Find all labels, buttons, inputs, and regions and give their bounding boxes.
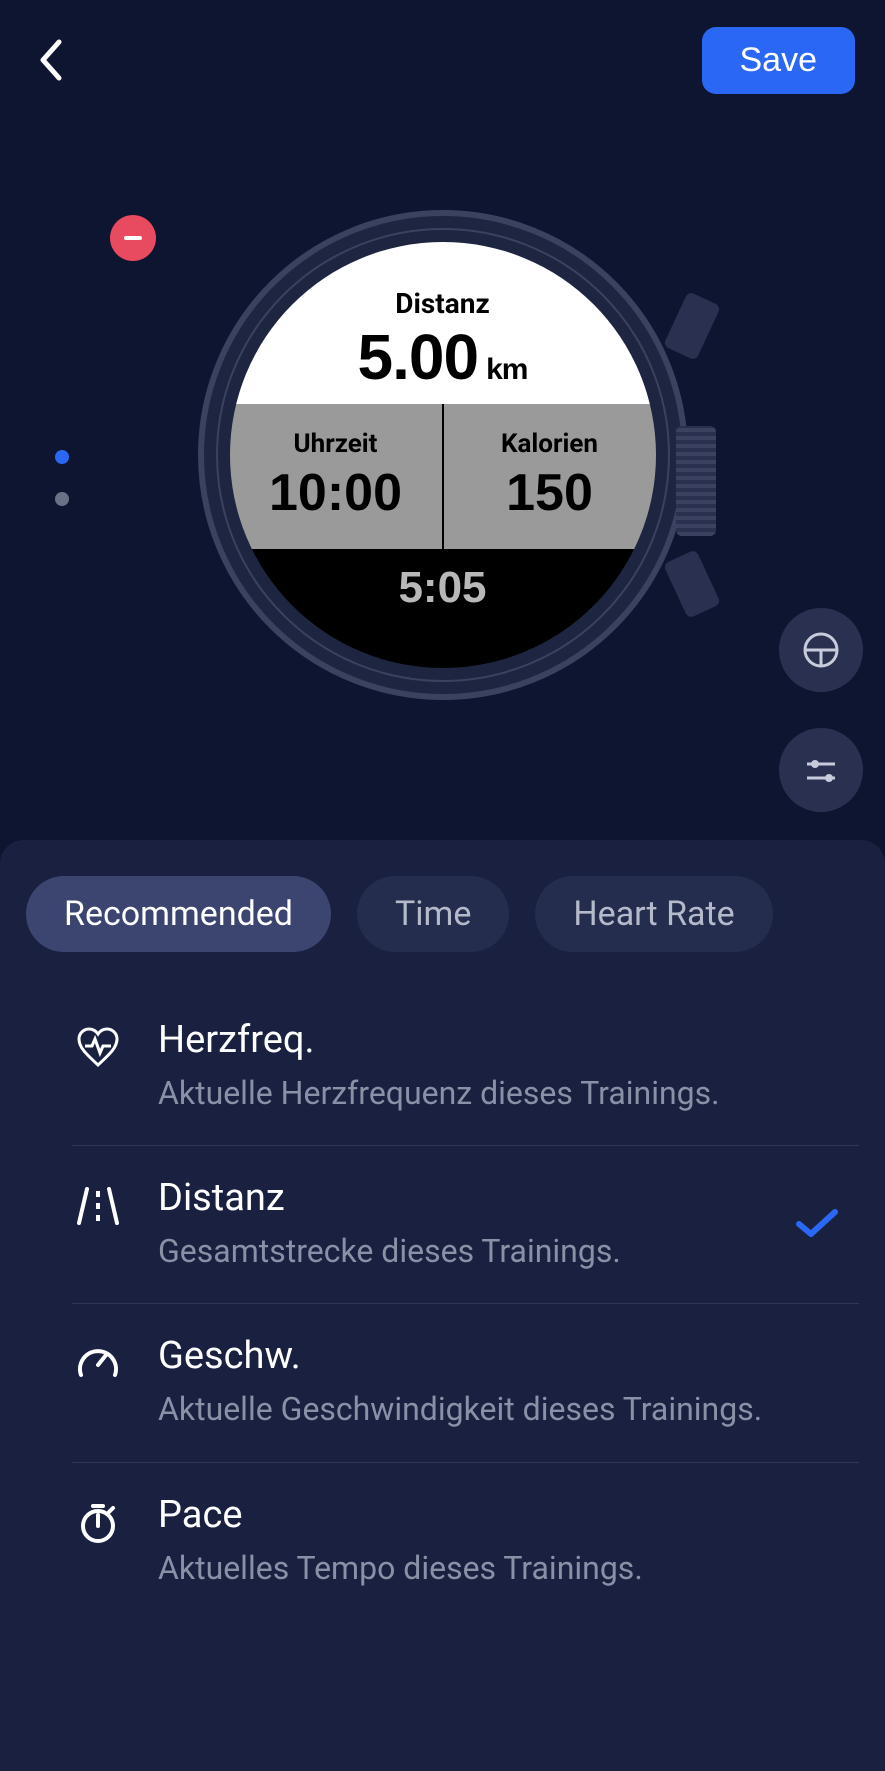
page-dots: [55, 450, 69, 506]
watch-button-top: [663, 291, 721, 361]
watch-field-top[interactable]: Distanz 5.00 km: [230, 242, 656, 404]
item-desc: Aktuelle Geschwindigkeit dieses Training…: [158, 1388, 779, 1431]
layout-icon: [801, 630, 841, 670]
heart-rate-icon: [72, 1022, 124, 1074]
check-icon: [795, 1206, 839, 1244]
item-desc: Aktuelle Herzfrequenz dieses Trainings.: [158, 1072, 779, 1115]
tab-time[interactable]: Time: [357, 876, 509, 952]
watch-midright-label: Kalorien: [501, 429, 598, 459]
item-title: Herzfreq.: [158, 1018, 779, 1062]
tabs: Recommended Time Heart Rate: [26, 876, 859, 952]
item-title: Pace: [158, 1493, 779, 1537]
watch-top-unit: km: [486, 353, 527, 387]
watch-bottom-value: 5:05: [398, 563, 486, 613]
chevron-left-icon: [37, 38, 63, 82]
item-desc: Aktuelles Tempo dieses Trainings.: [158, 1547, 779, 1590]
settings-button[interactable]: [779, 728, 863, 812]
page-dot-1[interactable]: [55, 450, 69, 464]
watch-midright-value: 150: [506, 463, 593, 523]
item-title: Geschw.: [158, 1334, 779, 1378]
tab-recommended[interactable]: Recommended: [26, 876, 331, 952]
watch-crown: [676, 426, 716, 536]
item-desc: Gesamtstrecke dieses Trainings.: [158, 1230, 779, 1273]
page-dot-2[interactable]: [55, 492, 69, 506]
item-title: Distanz: [158, 1176, 779, 1220]
watch-field-mid-left[interactable]: Uhrzeit 10:00: [230, 404, 442, 549]
list-item-speed[interactable]: Geschw. Aktuelle Geschwindigkeit dieses …: [72, 1304, 859, 1462]
watch-top-label: Distanz: [395, 287, 489, 320]
back-button[interactable]: [30, 40, 70, 80]
watch-preview: Distanz 5.00 km Uhrzeit 10:00 Kalorien 1…: [198, 210, 688, 700]
watch-top-value: 5.00: [358, 320, 479, 394]
layout-button[interactable]: [779, 608, 863, 692]
watch-field-mid-right[interactable]: Kalorien 150: [442, 404, 656, 549]
watch-midleft-label: Uhrzeit: [294, 429, 378, 459]
list-item-heartrate[interactable]: Herzfreq. Aktuelle Herzfrequenz dieses T…: [72, 988, 859, 1146]
list-item-distance[interactable]: Distanz Gesamtstrecke dieses Trainings.: [72, 1146, 859, 1304]
watch-button-bottom: [663, 549, 721, 619]
speed-icon: [72, 1338, 124, 1390]
options-panel: Recommended Time Heart Rate Herzfreq. Ak…: [0, 840, 885, 1771]
sliders-icon: [801, 750, 841, 790]
distance-icon: [72, 1180, 124, 1232]
watch-field-bottom[interactable]: 5:05: [230, 549, 656, 668]
save-button[interactable]: Save: [702, 27, 856, 94]
watch-midleft-value: 10:00: [269, 463, 402, 523]
tab-heart-rate[interactable]: Heart Rate: [535, 876, 772, 952]
pace-icon: [72, 1497, 124, 1549]
list-item-pace[interactable]: Pace Aktuelles Tempo dieses Trainings.: [72, 1463, 859, 1620]
remove-badge[interactable]: [110, 215, 156, 261]
